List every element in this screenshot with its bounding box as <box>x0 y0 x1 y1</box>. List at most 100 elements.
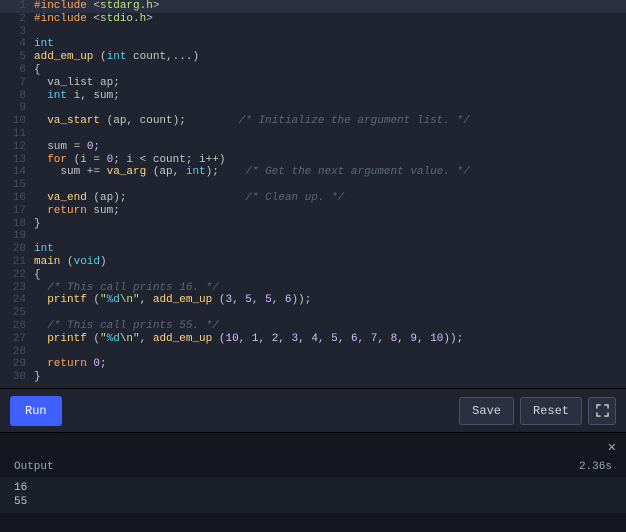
line-number: 1 <box>0 0 34 13</box>
code-line[interactable]: 14 sum += va_arg (ap, int); /* Get the n… <box>0 166 626 179</box>
code-line[interactable]: 2#include <stdio.h> <box>0 13 626 26</box>
output-title: Output <box>14 461 54 473</box>
line-number: 12 <box>0 141 34 154</box>
code-line[interactable]: 29 return 0; <box>0 358 626 371</box>
code-line[interactable]: 8 int i, sum; <box>0 90 626 103</box>
save-button[interactable]: Save <box>459 397 514 425</box>
code-content[interactable]: /* This call prints 16. */ <box>34 282 626 295</box>
line-number: 17 <box>0 205 34 218</box>
code-content[interactable]: int <box>34 38 626 51</box>
line-number: 24 <box>0 294 34 307</box>
code-line[interactable]: 30} <box>0 371 626 384</box>
code-content[interactable] <box>34 128 626 141</box>
code-content[interactable]: int <box>34 243 626 256</box>
line-number: 10 <box>0 115 34 128</box>
code-content[interactable]: int i, sum; <box>34 90 626 103</box>
code-content[interactable]: sum = 0; <box>34 141 626 154</box>
code-content[interactable] <box>34 26 626 39</box>
code-line[interactable]: 18} <box>0 218 626 231</box>
line-number: 30 <box>0 371 34 384</box>
code-line[interactable]: 5add_em_up (int count,...) <box>0 51 626 64</box>
code-line[interactable]: 11 <box>0 128 626 141</box>
line-number: 18 <box>0 218 34 231</box>
code-content[interactable] <box>34 179 626 192</box>
code-content[interactable]: /* This call prints 55. */ <box>34 320 626 333</box>
line-number: 27 <box>0 333 34 346</box>
close-icon[interactable]: ✕ <box>608 439 616 456</box>
line-number: 28 <box>0 346 34 359</box>
reset-button[interactable]: Reset <box>520 397 582 425</box>
code-content[interactable] <box>34 102 626 115</box>
code-content[interactable]: va_end (ap); /* Clean up. */ <box>34 192 626 205</box>
line-number: 25 <box>0 307 34 320</box>
code-content[interactable]: for (i = 0; i < count; i++) <box>34 154 626 167</box>
output-line: 55 <box>14 495 612 509</box>
code-editor[interactable]: 1#include <stdarg.h>2#include <stdio.h>3… <box>0 0 626 388</box>
code-line[interactable]: 22{ <box>0 269 626 282</box>
code-line[interactable]: 3 <box>0 26 626 39</box>
code-line[interactable]: 15 <box>0 179 626 192</box>
output-body: 1655 <box>0 477 626 513</box>
code-line[interactable]: 21main (void) <box>0 256 626 269</box>
line-number: 23 <box>0 282 34 295</box>
line-number: 13 <box>0 154 34 167</box>
line-number: 16 <box>0 192 34 205</box>
line-number: 15 <box>0 179 34 192</box>
code-line[interactable]: 26 /* This call prints 55. */ <box>0 320 626 333</box>
line-number: 7 <box>0 77 34 90</box>
output-line: 16 <box>14 481 612 495</box>
code-content[interactable] <box>34 346 626 359</box>
output-time: 2.36s <box>579 461 612 473</box>
code-content[interactable]: printf ("%d\n", add_em_up (3, 5, 5, 6)); <box>34 294 626 307</box>
line-number: 29 <box>0 358 34 371</box>
code-content[interactable] <box>34 230 626 243</box>
code-line[interactable]: 7 va_list ap; <box>0 77 626 90</box>
code-line[interactable]: 10 va_start (ap, count); /* Initialize t… <box>0 115 626 128</box>
code-content[interactable]: } <box>34 218 626 231</box>
code-content[interactable]: { <box>34 269 626 282</box>
code-content[interactable]: #include <stdarg.h> <box>34 0 626 13</box>
code-line[interactable]: 6{ <box>0 64 626 77</box>
line-number: 3 <box>0 26 34 39</box>
line-number: 21 <box>0 256 34 269</box>
code-line[interactable]: 24 printf ("%d\n", add_em_up (3, 5, 5, 6… <box>0 294 626 307</box>
code-line[interactable]: 20int <box>0 243 626 256</box>
code-content[interactable]: sum += va_arg (ap, int); /* Get the next… <box>34 166 626 179</box>
code-line[interactable]: 12 sum = 0; <box>0 141 626 154</box>
code-content[interactable]: va_start (ap, count); /* Initialize the … <box>34 115 626 128</box>
code-line[interactable]: 23 /* This call prints 16. */ <box>0 282 626 295</box>
code-content[interactable]: main (void) <box>34 256 626 269</box>
code-line[interactable]: 16 va_end (ap); /* Clean up. */ <box>0 192 626 205</box>
line-number: 2 <box>0 13 34 26</box>
line-number: 9 <box>0 102 34 115</box>
code-content[interactable]: } <box>34 371 626 384</box>
toolbar: Run Save Reset <box>0 388 626 432</box>
code-line[interactable]: 25 <box>0 307 626 320</box>
code-line[interactable]: 1#include <stdarg.h> <box>0 0 626 13</box>
code-content[interactable] <box>34 307 626 320</box>
code-line[interactable]: 4int <box>0 38 626 51</box>
code-content[interactable]: printf ("%d\n", add_em_up (10, 1, 2, 3, … <box>34 333 626 346</box>
code-line[interactable]: 27 printf ("%d\n", add_em_up (10, 1, 2, … <box>0 333 626 346</box>
line-number: 5 <box>0 51 34 64</box>
code-line[interactable]: 28 <box>0 346 626 359</box>
output-panel: ✕ Output 2.36s 1655 <box>0 432 626 532</box>
fullscreen-icon[interactable] <box>588 397 616 425</box>
code-content[interactable]: return 0; <box>34 358 626 371</box>
code-content[interactable]: { <box>34 64 626 77</box>
run-button[interactable]: Run <box>10 396 62 426</box>
code-line[interactable]: 19 <box>0 230 626 243</box>
code-content[interactable]: va_list ap; <box>34 77 626 90</box>
line-number: 26 <box>0 320 34 333</box>
code-content[interactable]: return sum; <box>34 205 626 218</box>
code-line[interactable]: 13 for (i = 0; i < count; i++) <box>0 154 626 167</box>
code-content[interactable]: #include <stdio.h> <box>34 13 626 26</box>
line-number: 11 <box>0 128 34 141</box>
line-number: 4 <box>0 38 34 51</box>
code-line[interactable]: 17 return sum; <box>0 205 626 218</box>
line-number: 8 <box>0 90 34 103</box>
line-number: 14 <box>0 166 34 179</box>
code-line[interactable]: 9 <box>0 102 626 115</box>
code-content[interactable]: add_em_up (int count,...) <box>34 51 626 64</box>
line-number: 6 <box>0 64 34 77</box>
